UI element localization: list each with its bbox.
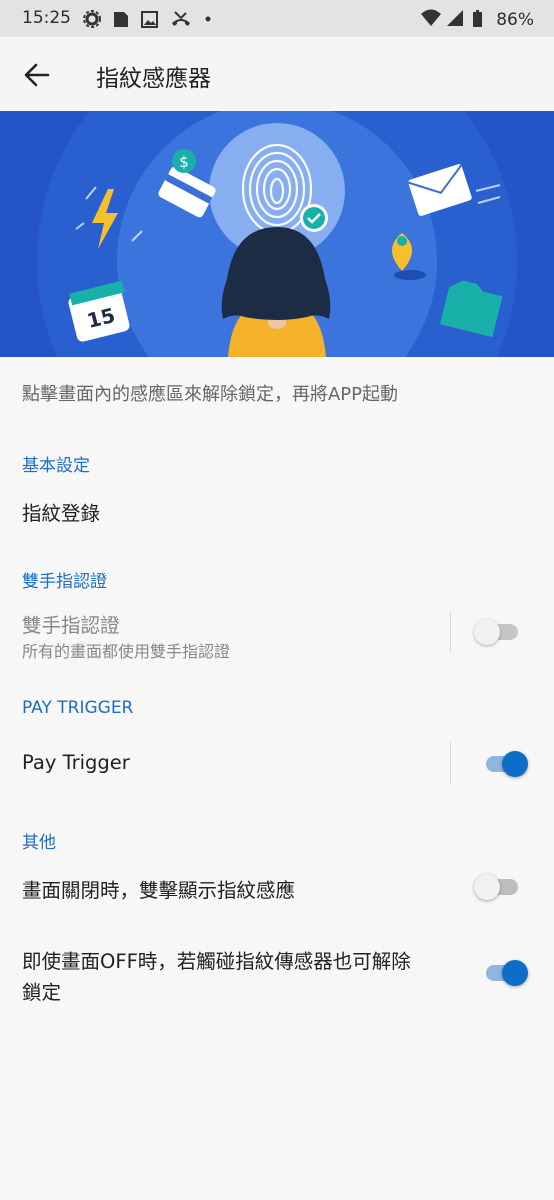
two-hand-auth-subtitle: 所有的畫面都使用雙手指認證 [22, 642, 231, 661]
screen-off-unlock-toggle[interactable] [484, 958, 528, 988]
two-hand-auth-toggle[interactable] [474, 617, 520, 647]
app-bar: 指紋感應器 [0, 37, 554, 111]
pay-trigger-toggle[interactable] [484, 749, 528, 779]
section-header-other: 其他 [22, 833, 56, 853]
svg-text:$: $ [179, 153, 189, 171]
section-header-two-hand: 雙手指認證 [22, 572, 107, 592]
fingerprint-illustration: $ 15 [37, 111, 517, 357]
page-title: 指紋感應器 [96, 66, 211, 92]
sim-icon [114, 12, 128, 27]
check-badge-icon [300, 204, 328, 232]
double-tap-title[interactable]: 畫面關閉時，雙擊顯示指紋感應 [22, 874, 295, 903]
screen-off-unlock-title[interactable]: 即使畫面OFF時，若觸碰指紋傳感器也可解除 [22, 945, 411, 974]
section-header-pay-trigger: PAY TRIGGER [22, 698, 134, 718]
image-icon [141, 11, 158, 28]
connectivity-icons [420, 9, 482, 27]
two-hand-auth-title: 雙手指認證 [22, 614, 120, 637]
screen-off-unlock-title-cont[interactable]: 鎖定 [22, 976, 61, 1005]
status-bar: 15:25 86% [0, 0, 554, 37]
dot-icon [205, 16, 211, 22]
fingerprint-register-item[interactable]: 指紋登錄 [22, 497, 100, 526]
signal-icon [446, 10, 463, 26]
missed-call-icon [172, 11, 190, 26]
toggle-thumb [502, 751, 528, 777]
hero-description: 點擊畫面內的感應區來解除鎖定，再將APP起動 [22, 384, 399, 405]
notification-icons [83, 10, 211, 28]
status-time: 15:25 [22, 8, 71, 28]
battery-percent: 86% [496, 10, 534, 30]
toggle-thumb [502, 960, 528, 986]
section-header-basic: 基本設定 [22, 456, 90, 476]
status-right: 86% [420, 8, 534, 30]
hero-illustration: $ 15 [0, 111, 554, 357]
divider [450, 742, 451, 784]
arrow-back-icon[interactable] [22, 61, 52, 89]
divider [450, 611, 451, 653]
toggle-thumb [474, 619, 500, 645]
double-tap-toggle[interactable] [474, 872, 520, 902]
pay-trigger-title[interactable]: Pay Trigger [22, 751, 130, 774]
toggle-thumb [474, 874, 500, 900]
wifi-icon [420, 9, 441, 26]
gear-icon [83, 10, 101, 28]
battery-icon [472, 10, 482, 27]
